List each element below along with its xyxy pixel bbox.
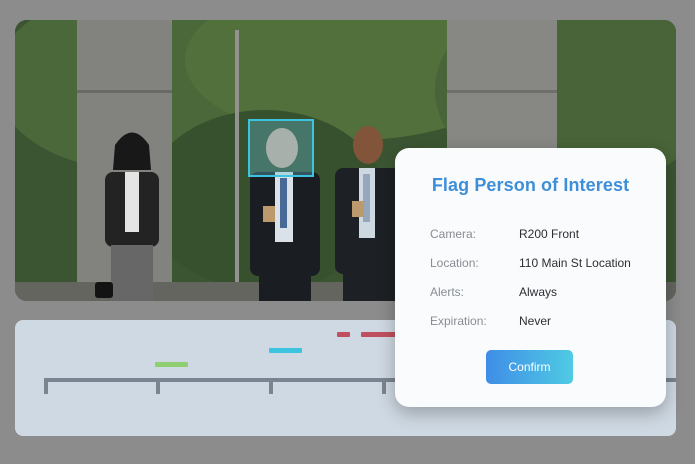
expiration-row: Expiration: Never — [430, 314, 650, 330]
timeline-event-cyan[interactable] — [269, 348, 302, 353]
camera-row: Camera: R200 Front — [430, 227, 650, 243]
alerts-row: Alerts: Always — [430, 285, 650, 301]
timeline-tick — [382, 378, 386, 394]
timeline-tick — [44, 378, 48, 394]
expiration-value: Never — [519, 314, 552, 328]
alerts-value: Always — [519, 285, 558, 299]
timeline-tick — [269, 378, 273, 394]
location-label: Location: — [430, 256, 479, 270]
alerts-label: Alerts: — [430, 285, 465, 299]
timeline-event-red-short[interactable] — [337, 332, 350, 337]
timeline-tick — [156, 378, 160, 394]
location-value: 110 Main St Location — [519, 256, 631, 270]
camera-label: Camera: — [430, 227, 477, 241]
camera-value: R200 Front — [519, 227, 580, 241]
location-row: Location: 110 Main St Location — [430, 256, 650, 272]
timeline-event-green[interactable] — [155, 362, 188, 367]
confirm-button[interactable]: Confirm — [486, 350, 573, 384]
expiration-label: Expiration: — [430, 314, 487, 328]
modal-title: Flag Person of Interest — [431, 175, 630, 195]
flag-person-modal: Flag Person of Interest Camera: R200 Fro… — [395, 148, 666, 407]
face-detection-box[interactable] — [248, 119, 314, 177]
